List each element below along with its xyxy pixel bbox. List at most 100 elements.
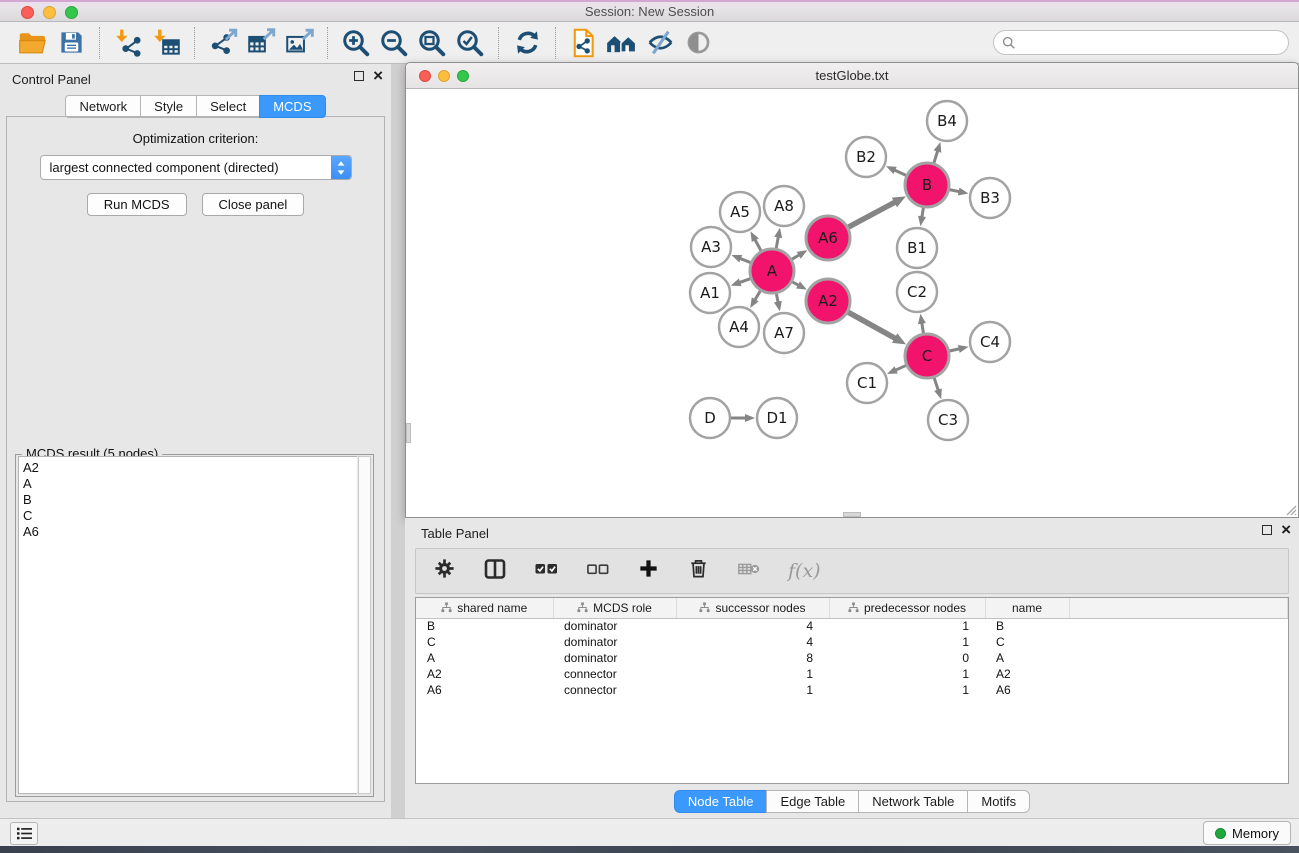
graph-node-A8[interactable]: A8 — [764, 186, 804, 226]
tab-style[interactable]: Style — [140, 95, 197, 118]
table-cell[interactable]: C — [416, 634, 553, 650]
table-row[interactable]: Bdominator41B — [416, 618, 1288, 634]
mcds-result-item[interactable]: A2 — [23, 460, 357, 476]
mcds-result-item[interactable]: A — [23, 476, 357, 492]
run-mcds-button[interactable]: Run MCDS — [87, 193, 187, 216]
graph-edge-A-A4[interactable] — [750, 291, 760, 308]
table-cell[interactable]: 1 — [676, 682, 829, 698]
graph-node-A7[interactable]: A7 — [764, 313, 804, 353]
mcds-result-item[interactable]: A6 — [23, 524, 357, 540]
graph-node-B4[interactable]: B4 — [927, 101, 967, 141]
bottom-splitter-handle[interactable] — [843, 512, 861, 517]
graph-node-C1[interactable]: C1 — [847, 363, 887, 403]
table-cell[interactable]: 4 — [676, 634, 829, 650]
graph-edge-A2-C[interactable] — [848, 312, 906, 344]
export-network-button[interactable] — [204, 25, 242, 61]
graph-node-B[interactable]: B — [905, 163, 949, 207]
graph-node-D[interactable]: D — [690, 398, 730, 438]
column-header-predecessor-nodes[interactable]: predecessor nodes — [829, 598, 985, 618]
resize-grip-icon[interactable] — [1283, 502, 1297, 516]
graph-node-A2[interactable]: A2 — [806, 279, 850, 323]
float-table-panel-icon[interactable] — [1262, 525, 1272, 535]
tab-select[interactable]: Select — [196, 95, 260, 118]
graph-edge-A-A6[interactable] — [792, 250, 808, 259]
graph-node-C3[interactable]: C3 — [928, 400, 968, 440]
graph-node-C[interactable]: C — [905, 334, 949, 378]
table-cell[interactable]: A — [416, 650, 553, 666]
criterion-select[interactable]: largest connected component (directed) — [40, 155, 352, 180]
minimize-window-button[interactable] — [43, 6, 56, 19]
home-button[interactable] — [603, 25, 641, 61]
network-window-titlebar[interactable]: testGlobe.txt — [406, 63, 1298, 89]
graph-node-A5[interactable]: A5 — [720, 192, 760, 232]
export-image-button[interactable] — [280, 25, 318, 61]
table-row[interactable]: Adominator80A — [416, 650, 1288, 666]
search-input[interactable] — [1021, 35, 1280, 50]
table-cell[interactable]: 8 — [676, 650, 829, 666]
close-table-panel-icon[interactable]: × — [1281, 525, 1291, 535]
table-cell[interactable]: 4 — [676, 618, 829, 634]
table-cell[interactable]: 1 — [829, 666, 985, 682]
zoom-out-button[interactable] — [375, 25, 413, 61]
graph-edge-A-A8[interactable] — [774, 228, 782, 249]
close-panel-button[interactable]: Close panel — [202, 193, 305, 216]
table-cell[interactable]: A6 — [985, 682, 1069, 698]
left-splitter-handle[interactable] — [406, 423, 411, 443]
zoom-fit-button[interactable] — [413, 25, 451, 61]
graph-edge-C-C3[interactable] — [934, 378, 942, 399]
table-cell[interactable]: 1 — [829, 634, 985, 650]
graph-node-A3[interactable]: A3 — [691, 227, 731, 267]
graph-node-A1[interactable]: A1 — [690, 273, 730, 313]
search-box[interactable] — [993, 30, 1289, 55]
table-cell[interactable]: 1 — [829, 618, 985, 634]
tab-mcds[interactable]: MCDS — [259, 95, 325, 118]
graph-edge-A-A3[interactable] — [731, 255, 750, 263]
mcds-result-item[interactable]: B — [23, 492, 357, 508]
graph-edge-A-A1[interactable] — [731, 279, 751, 287]
delete-columns-button[interactable] — [687, 557, 710, 585]
table-cell[interactable]: dominator — [553, 650, 676, 666]
table-row[interactable]: A2connector11A2 — [416, 666, 1288, 682]
graph-node-A6[interactable]: A6 — [806, 216, 850, 260]
graph-node-C2[interactable]: C2 — [897, 272, 937, 312]
result-scrollbar[interactable] — [358, 456, 371, 794]
refresh-button[interactable] — [508, 25, 546, 61]
network-minimize-button[interactable] — [438, 70, 450, 82]
column-header-shared-name[interactable]: shared name — [416, 598, 553, 618]
table-cell[interactable]: 1 — [676, 666, 829, 682]
network-canvas[interactable]: B4B2BB3A5A8A6B1A3AC2A1A2A4A7C4CC1C3DD1 — [406, 89, 1298, 517]
table-cell[interactable]: A — [985, 650, 1069, 666]
memory-button[interactable]: Memory — [1203, 821, 1291, 845]
tab-edge-table[interactable]: Edge Table — [766, 790, 859, 813]
graph-node-C4[interactable]: C4 — [970, 322, 1010, 362]
graph-node-B2[interactable]: B2 — [846, 137, 886, 177]
network-close-button[interactable] — [419, 70, 431, 82]
table-row[interactable]: A6connector11A6 — [416, 682, 1288, 698]
delete-table-button[interactable] — [737, 557, 761, 586]
eye-button[interactable] — [679, 25, 717, 61]
table-row[interactable]: Cdominator41C — [416, 634, 1288, 650]
graph-edge-B-B1[interactable] — [918, 208, 926, 227]
maximize-window-button[interactable] — [65, 6, 78, 19]
open-network-file-button[interactable] — [565, 25, 603, 61]
tab-node-table[interactable]: Node Table — [674, 790, 768, 813]
graph-edge-B-B3[interactable] — [950, 188, 969, 196]
graph-node-A[interactable]: A — [750, 249, 794, 293]
network-maximize-button[interactable] — [457, 70, 469, 82]
graph-edge-A-A5[interactable] — [750, 231, 761, 250]
graph-edge-C-C1[interactable] — [887, 365, 906, 374]
unselect-all-columns-button[interactable] — [586, 557, 610, 586]
tab-network-table[interactable]: Network Table — [858, 790, 968, 813]
table-settings-button[interactable] — [433, 557, 456, 585]
tab-network[interactable]: Network — [65, 95, 141, 118]
table-cell[interactable]: A6 — [416, 682, 553, 698]
graph-node-D1[interactable]: D1 — [757, 398, 797, 438]
select-all-columns-button[interactable] — [534, 556, 559, 586]
graph-edge-A-A7[interactable] — [774, 294, 782, 312]
table-cell[interactable]: 0 — [829, 650, 985, 666]
add-column-button[interactable] — [637, 557, 660, 585]
graph-node-B3[interactable]: B3 — [970, 178, 1010, 218]
table-cell[interactable]: connector — [553, 682, 676, 698]
export-table-button[interactable] — [242, 25, 280, 61]
graph-edge-B-B2[interactable] — [886, 166, 906, 175]
